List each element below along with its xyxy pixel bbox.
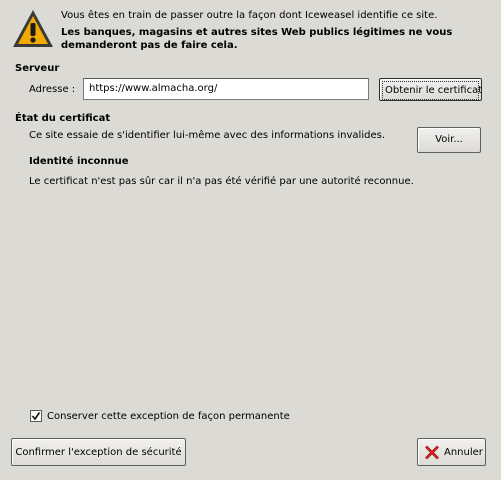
warning-triangle-icon bbox=[11, 8, 55, 50]
get-certificate-label: Obtenir le certificat bbox=[382, 81, 482, 100]
unknown-identity-text: Le certificat n'est pas sûr car il n'a p… bbox=[29, 176, 414, 187]
certificate-status-text: Ce site essaie de s'identifier lui-même … bbox=[29, 130, 386, 141]
cancel-x-icon bbox=[424, 444, 440, 460]
checkmark-icon bbox=[31, 412, 41, 421]
address-label: Adresse : bbox=[29, 84, 76, 95]
cancel-button[interactable]: Annuler bbox=[417, 438, 486, 466]
certificate-status-title: État du certificat bbox=[15, 113, 111, 124]
confirm-exception-button[interactable]: Confirmer l'exception de sécurité bbox=[11, 438, 186, 466]
server-section-title: Serveur bbox=[15, 63, 60, 74]
cancel-label: Annuler bbox=[444, 447, 483, 458]
unknown-identity-title: Identité inconnue bbox=[29, 156, 129, 167]
warning-bold-message: Les banques, magasins et autres sites We… bbox=[61, 27, 453, 51]
permanent-exception-label[interactable]: Conserver cette exception de façon perma… bbox=[47, 411, 290, 422]
view-certificate-button[interactable]: Voir... bbox=[417, 127, 481, 153]
warning-message: Vous êtes en train de passer outre la fa… bbox=[61, 10, 438, 21]
address-input[interactable]: https://www.almacha.org/ bbox=[83, 78, 369, 100]
get-certificate-button[interactable]: Obtenir le certificat bbox=[379, 78, 482, 101]
permanent-exception-checkbox[interactable] bbox=[30, 410, 42, 422]
